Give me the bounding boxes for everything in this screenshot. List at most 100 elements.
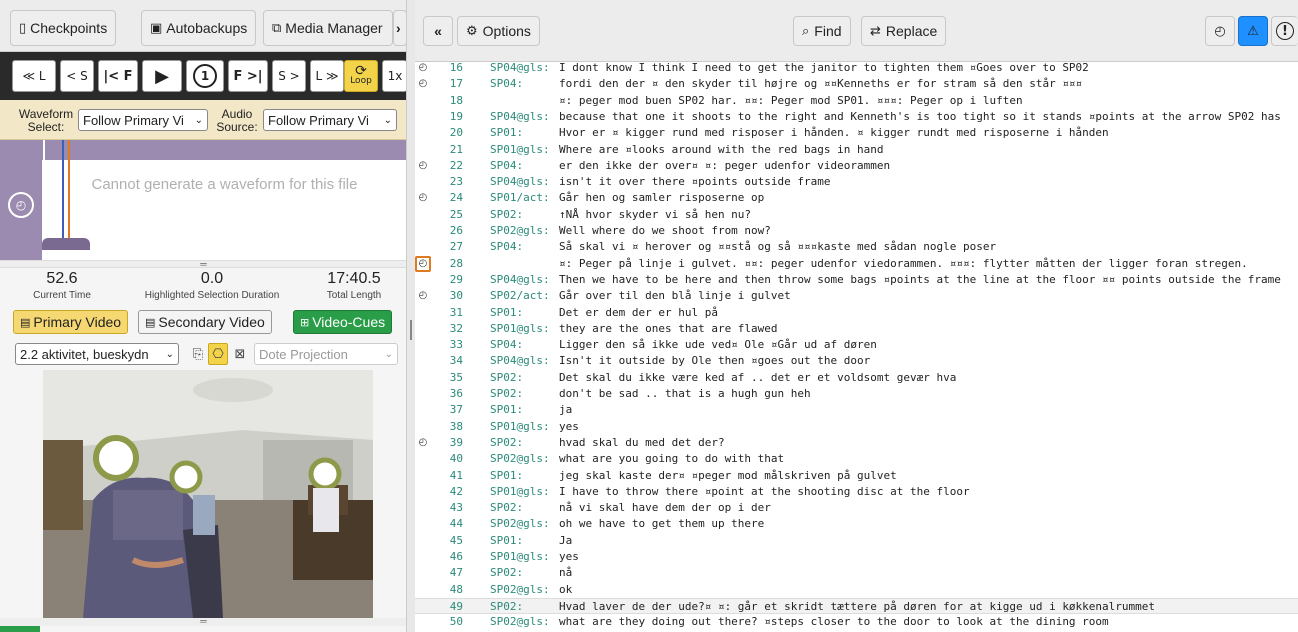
- transcript-line[interactable]: 18 ¤: peger mod buen SP02 har. ¤¤: Peger …: [415, 93, 1298, 109]
- clock-icon[interactable]: ◴: [415, 190, 431, 206]
- clock-icon[interactable]: ◴: [415, 60, 431, 76]
- collapse-button[interactable]: «: [423, 16, 453, 46]
- utterance-text[interactable]: er den ikke der over¤ ¤: peger udenfor v…: [559, 158, 890, 174]
- find-button[interactable]: ⌕ Find: [793, 16, 851, 46]
- camera-switch-icon[interactable]: ⎘: [188, 343, 208, 365]
- video-player[interactable]: [43, 370, 373, 618]
- utterance-text[interactable]: yes: [559, 419, 579, 435]
- utterance-text[interactable]: nå: [559, 565, 572, 581]
- tab-primary-video[interactable]: ▤ Primary Video: [13, 310, 129, 334]
- utterance-text[interactable]: I dont know I think I need to get the ja…: [559, 60, 1089, 76]
- clock-icon[interactable]: ◴: [415, 158, 431, 174]
- projection-select[interactable]: Dote Projection ⌄: [254, 343, 398, 365]
- utterance-text[interactable]: Går hen og samler risposerne op: [559, 190, 764, 206]
- utterance-text[interactable]: don't be sad .. that is a hugh gun heh: [559, 386, 811, 402]
- transcript-line[interactable]: 23 SP04@gls: isn't it over there ¤points o…: [415, 174, 1298, 190]
- transcript-line[interactable]: 42 SP01@gls: I have to throw there ¤point …: [415, 484, 1298, 500]
- replace-button[interactable]: ⇄ Replace: [861, 16, 947, 46]
- transcript-line[interactable]: 29 SP04@gls: Then we have to be here and t…: [415, 272, 1298, 288]
- next-frame-button[interactable]: F >|: [228, 60, 268, 92]
- utterance-text[interactable]: Så skal vi ¤ herover og ¤¤stå og så ¤¤¤k…: [559, 239, 996, 255]
- cue-toggle-icon[interactable]: ⎔: [208, 343, 228, 365]
- transcript-line[interactable]: 32 SP01@gls: they are the ones that are fl…: [415, 321, 1298, 337]
- transcript-line[interactable]: 50 SP02@gls: what are they doing out there…: [415, 614, 1298, 630]
- no-overlay-icon[interactable]: ⊠: [230, 343, 250, 365]
- utterance-text[interactable]: Ja: [559, 533, 572, 549]
- utterance-text[interactable]: ja: [559, 402, 572, 418]
- tab-video-cues[interactable]: ⊞ Video-Cues: [293, 310, 393, 334]
- clock-icon[interactable]: ◴: [415, 76, 431, 92]
- transcript-line[interactable]: ◴ 24 SP01/act: Går hen og samler risposerne…: [415, 190, 1298, 206]
- utterance-text[interactable]: jeg skal kaste der¤ ¤peger mod målskrive…: [559, 468, 897, 484]
- transcript-line[interactable]: 36 SP02: don't be sad .. that is a hugh gu…: [415, 386, 1298, 402]
- transcript-line[interactable]: 25 SP02: ↑NÅ hvor skyder vi så hen nu?: [415, 207, 1298, 223]
- prev-segment-button[interactable]: < S: [60, 60, 94, 92]
- options-button[interactable]: ⚙ Options: [457, 16, 540, 46]
- transcript-line[interactable]: 46 SP01@gls: yes: [415, 549, 1298, 565]
- utterance-text[interactable]: yes: [559, 549, 579, 565]
- transcript-line[interactable]: 44 SP02@gls: oh we have to get them up the…: [415, 516, 1298, 532]
- transcript-line[interactable]: 26 SP02@gls: Well where do we shoot from n…: [415, 223, 1298, 239]
- history-button[interactable]: ◴: [1205, 16, 1235, 46]
- next-line-button[interactable]: L ≫: [310, 60, 344, 92]
- utterance-text[interactable]: Hvor er ¤ kigger rund med risposer i hån…: [559, 125, 1109, 141]
- autobackups-button[interactable]: ▣ Autobackups: [141, 10, 257, 46]
- utterance-text[interactable]: Ligger den så ikke ude ved¤ Ole ¤Går ud …: [559, 337, 877, 353]
- waveform-select[interactable]: Follow Primary Vi ⌄: [78, 109, 208, 131]
- toolbar-overflow-button[interactable]: ›: [393, 10, 406, 46]
- utterance-text[interactable]: because that one it shoots to the right …: [559, 109, 1281, 125]
- utterance-text[interactable]: they are the ones that are flawed: [559, 321, 778, 337]
- utterance-text[interactable]: isn't it over there ¤points outside fram…: [559, 174, 831, 190]
- transcript-line[interactable]: ◴ 16 SP04@gls: I dont know I think I need t…: [415, 60, 1298, 76]
- transcript-editor[interactable]: ◴ 16 SP04@gls: I dont know I think I need t…: [415, 58, 1298, 632]
- utterance-text[interactable]: Where are ¤looks around with the red bag…: [559, 142, 884, 158]
- video-resize-handle[interactable]: ═: [0, 617, 406, 626]
- transcript-line[interactable]: 48 SP02@gls: ok: [415, 582, 1298, 598]
- utterance-text[interactable]: Isn't it outside by Ole then ¤goes out t…: [559, 353, 870, 369]
- media-manager-button[interactable]: ⧉ Media Manager: [263, 10, 393, 46]
- checkpoints-button[interactable]: ▯ Checkpoints: [10, 10, 117, 46]
- next-segment-button[interactable]: S >: [272, 60, 306, 92]
- transcript-line[interactable]: 31 SP01: Det er dem der er hul på: [415, 305, 1298, 321]
- loop-button[interactable]: ⟳ Loop: [344, 60, 378, 92]
- transcript-line[interactable]: 43 SP02: nå vi skal have dem der op i der: [415, 500, 1298, 516]
- utterance-text[interactable]: Well where do we shoot from now?: [559, 223, 771, 239]
- clock-icon[interactable]: ◴: [415, 288, 431, 304]
- transcript-line[interactable]: ◴ 30 SP02/act: Går over til den blå linje i…: [415, 288, 1298, 304]
- transcript-line[interactable]: 20 SP01: Hvor er ¤ kigger rund med rispose…: [415, 125, 1298, 141]
- utterance-text[interactable]: Det er dem der er hul på: [559, 305, 718, 321]
- utterance-text[interactable]: ok: [559, 582, 572, 598]
- play-button[interactable]: ▶: [142, 60, 182, 92]
- utterance-text[interactable]: ↑NÅ hvor skyder vi så hen nu?: [559, 207, 751, 223]
- utterance-text[interactable]: what are you going to do with that: [559, 451, 784, 467]
- panel-splitter[interactable]: [407, 0, 415, 632]
- transcript-line[interactable]: 35 SP02: Det skal du ikke være ked af .. d…: [415, 370, 1298, 386]
- utterance-text[interactable]: fordi den der ¤ den skyder til højre og …: [559, 76, 1082, 92]
- clock-icon[interactable]: ◴: [8, 192, 34, 218]
- prev-frame-button[interactable]: |< F: [98, 60, 138, 92]
- transcript-line[interactable]: 37 SP01: ja: [415, 402, 1298, 418]
- utterance-text[interactable]: hvad skal du med det der?: [559, 435, 725, 451]
- splitter-grip[interactable]: [410, 320, 412, 340]
- replay-button[interactable]: 1: [186, 60, 224, 92]
- waveform-area[interactable]: ◴ Cannot generate a waveform for this fi…: [0, 140, 406, 260]
- utterance-text[interactable]: Hvad laver de der ude?¤ ¤: går et skridt…: [559, 599, 1155, 615]
- transcript-line[interactable]: ◴ 28 ¤: Peger på linje i gulvet. ¤¤: peger…: [415, 255, 1298, 272]
- transcript-line[interactable]: 19 SP04@gls: because that one it shoots to…: [415, 109, 1298, 125]
- utterance-text[interactable]: I have to throw there ¤point at the shoo…: [559, 484, 970, 500]
- utterance-text[interactable]: ¤: Peger på linje i gulvet. ¤¤: peger ud…: [559, 256, 1248, 272]
- utterance-text[interactable]: Går over til den blå linje i gulvet: [559, 288, 791, 304]
- utterance-text[interactable]: oh we have to get them up there: [559, 516, 764, 532]
- utterance-text[interactable]: nå vi skal have dem der op i der: [559, 500, 771, 516]
- utterance-text[interactable]: what are they doing out there? ¤steps cl…: [559, 614, 1109, 630]
- transcript-line[interactable]: ◴ 22 SP04: er den ikke der over¤ ¤: peger u…: [415, 158, 1298, 174]
- segment-select[interactable]: 2.2 aktivitet, bueskydn ⌄: [15, 343, 179, 365]
- transcript-line[interactable]: 47 SP02: nå: [415, 565, 1298, 581]
- transcript-line[interactable]: 38 SP01@gls: yes: [415, 419, 1298, 435]
- transcript-line[interactable]: 27 SP04: Så skal vi ¤ herover og ¤¤stå og …: [415, 239, 1298, 255]
- utterance-text[interactable]: ¤: peger mod buen SP02 har. ¤¤: Peger mo…: [559, 93, 1023, 109]
- waveform-resize-handle[interactable]: ═: [0, 260, 406, 269]
- speed-button[interactable]: 1x: [382, 60, 406, 92]
- utterance-text[interactable]: Det skal du ikke være ked af .. det er e…: [559, 370, 956, 386]
- transcript-line[interactable]: 40 SP02@gls: what are you going to do with…: [415, 451, 1298, 467]
